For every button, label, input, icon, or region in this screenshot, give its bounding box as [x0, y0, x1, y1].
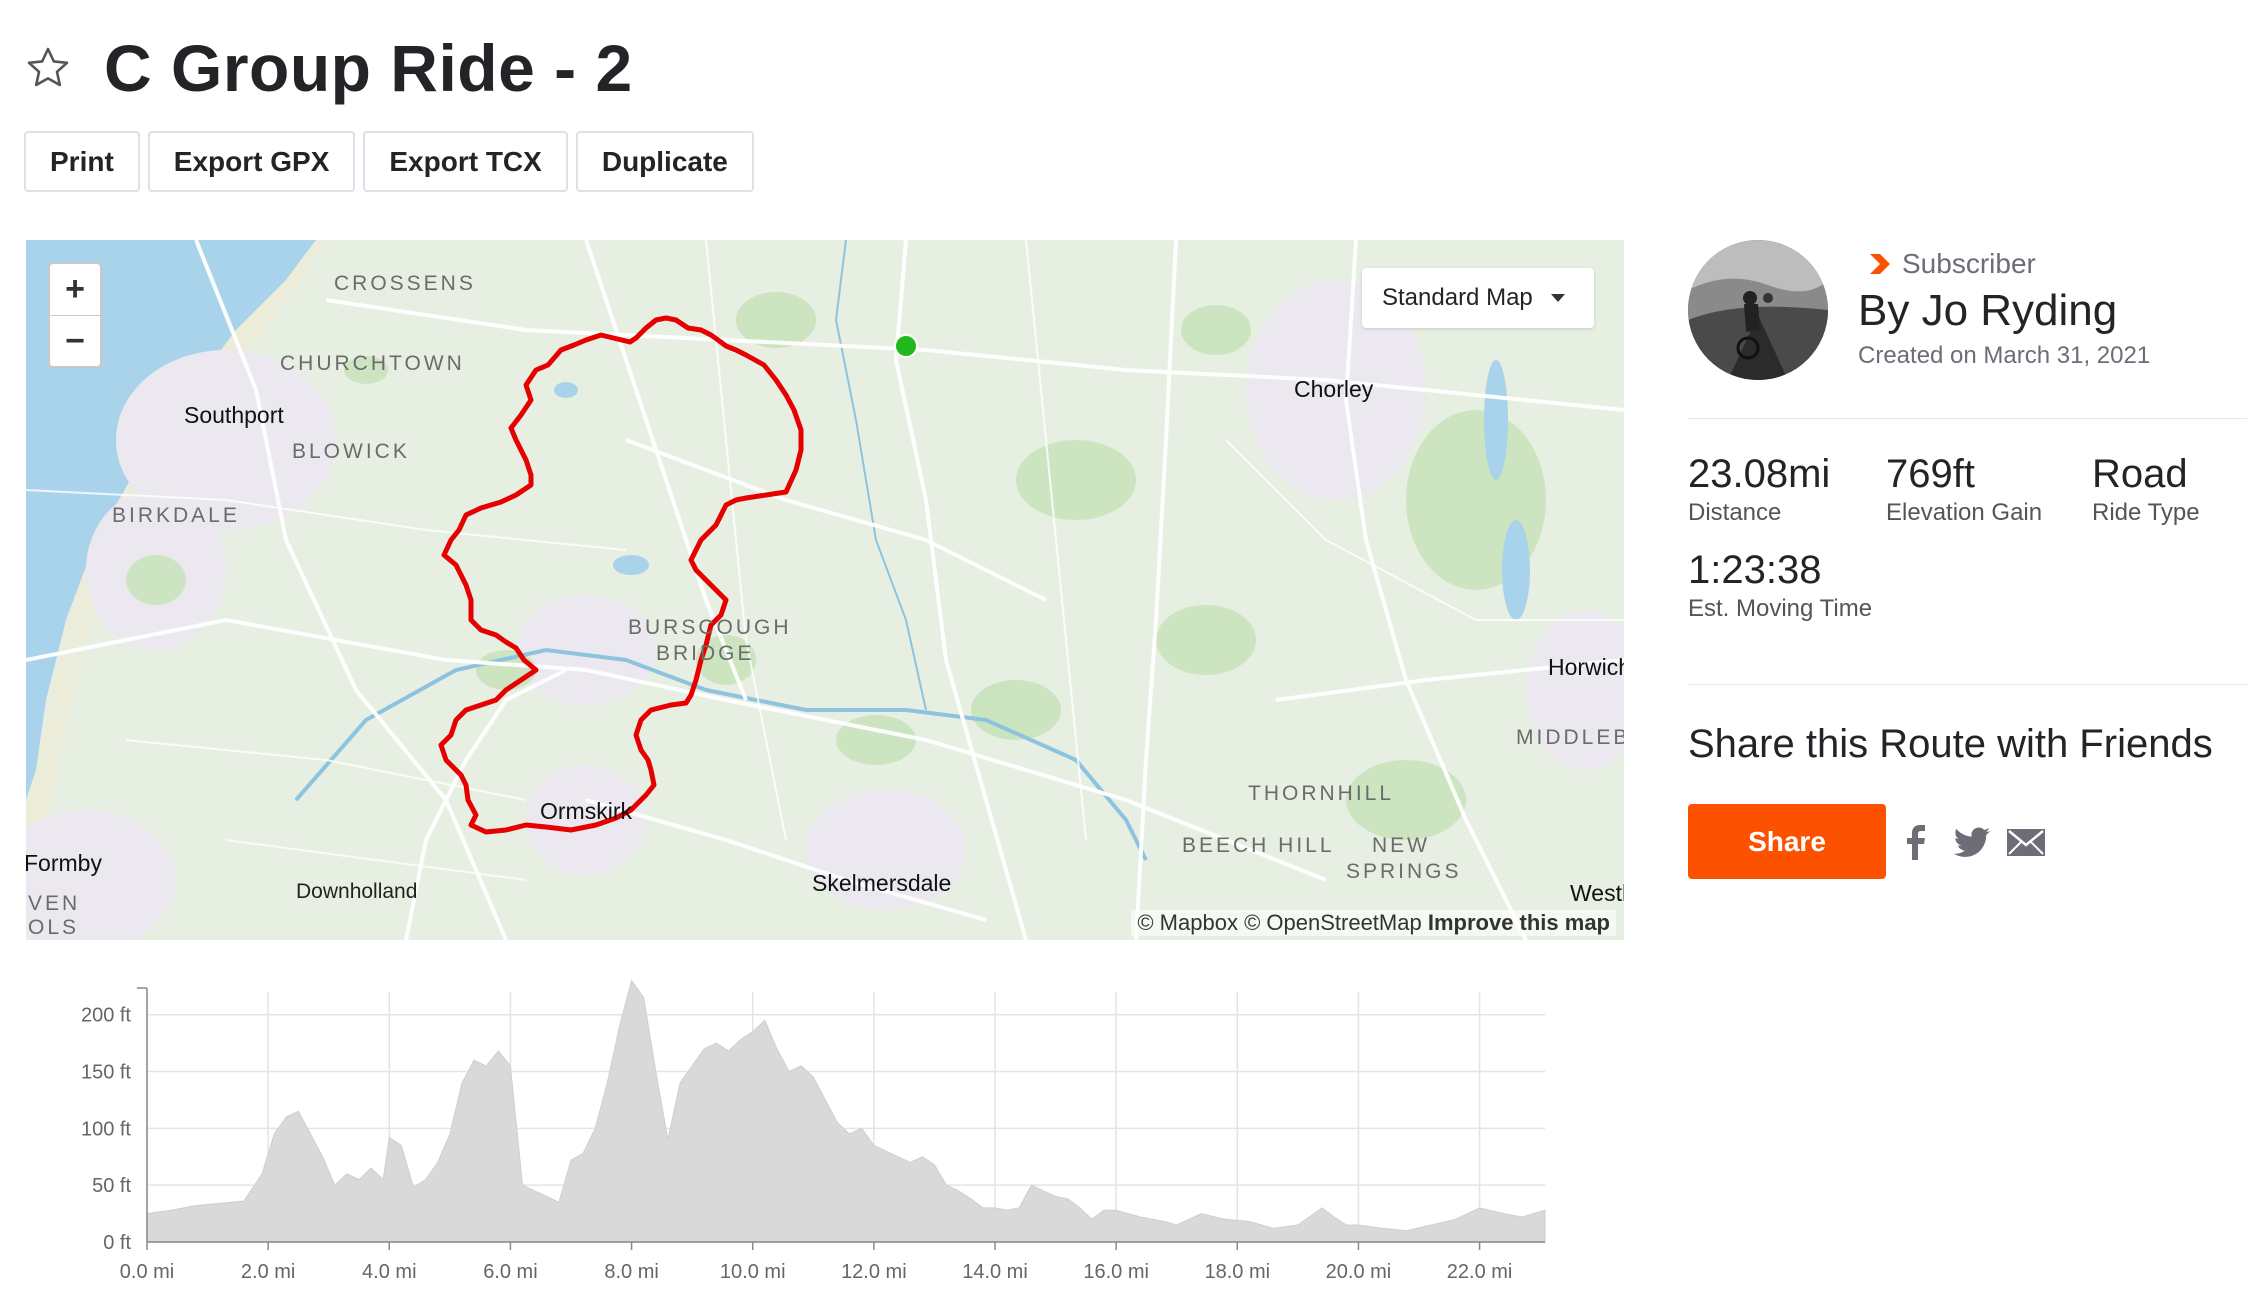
subscriber-label: Subscriber [1902, 248, 2036, 279]
x-tick-label: 0.0 mi [120, 1261, 174, 1283]
x-tick-label: 4.0 mi [362, 1261, 416, 1283]
moving-time-value: 1:23:38 [1688, 548, 1822, 592]
map-label-new: NEW [1372, 834, 1430, 857]
map-type-label: Standard Map [1382, 284, 1533, 311]
map-label-southport: Southport [184, 402, 284, 428]
route-map[interactable]: + − Standard Map CROSSENS CHURCHTOWN Sou… [26, 240, 1624, 940]
zoom-control: + − [48, 262, 102, 368]
y-tick-label: 150 ft [81, 1062, 131, 1084]
y-tick-label: 50 ft [92, 1175, 131, 1197]
star-outline-icon[interactable] [24, 44, 72, 92]
map-label-ols: OLS [28, 916, 80, 939]
map-label-crossens: CROSSENS [334, 272, 476, 295]
route-line [438, 315, 804, 835]
map-label-middlebrook: MIDDLEB [1516, 726, 1624, 749]
x-tick-label: 8.0 mi [604, 1261, 658, 1283]
map-label-thornhill: THORNHILL [1248, 782, 1395, 805]
email-icon[interactable] [2004, 820, 2048, 864]
stat-moving-time: 1:23:38 Est. Moving Time [1688, 548, 1872, 623]
y-tick-label: 100 ft [81, 1118, 131, 1140]
map-label-churchtown: CHURCHTOWN [280, 352, 465, 375]
map-label-skelmersdale: Skelmersdale [812, 870, 952, 896]
divider-top [1688, 418, 2247, 419]
distance-value: 23.08mi [1688, 452, 1831, 496]
x-tick-label: 12.0 mi [841, 1261, 907, 1283]
subscriber-badge: Subscriber [1866, 248, 2036, 280]
subscriber-chevron-icon [1870, 254, 1890, 274]
map-label-beech-hill: BEECH HILL [1182, 834, 1335, 857]
x-tick-label: 6.0 mi [483, 1261, 537, 1283]
map-label-westhoughton: Westh [1570, 880, 1624, 906]
x-tick-label: 20.0 mi [1326, 1261, 1392, 1283]
divider-bottom [1688, 684, 2247, 685]
y-tick-label: 200 ft [81, 1005, 131, 1027]
stat-distance: 23.08mi Distance [1688, 452, 1830, 527]
zoom-in-button[interactable]: + [50, 264, 100, 315]
map-label-burscough: BURSCOUGH [628, 616, 792, 639]
route-actions: Print Export GPX Export TCX Duplicate [24, 131, 754, 192]
x-tick-label: 18.0 mi [1204, 1261, 1270, 1283]
elevation-label: Elevation Gain [1886, 499, 2043, 526]
title-row: C Group Ride - 2 [24, 28, 633, 108]
moving-time-label: Est. Moving Time [1688, 595, 1873, 622]
stat-ride-type: Road Ride Type [2092, 452, 2200, 527]
x-tick-label: 22.0 mi [1447, 1261, 1513, 1283]
route-title: C Group Ride - 2 [104, 31, 633, 105]
osm-link[interactable]: © OpenStreetMap [1244, 910, 1422, 935]
ride-type-value: Road [2092, 452, 2188, 496]
map-label-burscough-bridge: BRIDGE [656, 642, 755, 665]
map-attribution: © Mapbox © OpenStreetMap Improve this ma… [1131, 910, 1616, 936]
x-tick-label: 2.0 mi [241, 1261, 295, 1283]
map-label-springs: SPRINGS [1346, 860, 1462, 883]
map-label-ormskirk: Ormskirk [540, 798, 632, 824]
map-label-formby: Formby [26, 850, 102, 876]
export-gpx-button[interactable]: Export GPX [147, 131, 356, 192]
x-tick-label: 14.0 mi [962, 1261, 1028, 1283]
x-tick-label: 10.0 mi [720, 1261, 786, 1283]
map-label-birkdale: BIRKDALE [112, 504, 240, 527]
created-date: Created on March 31, 2021 [1858, 342, 2151, 369]
y-tick-label: 0 ft [103, 1232, 131, 1254]
elevation-value: 769ft [1886, 452, 1975, 496]
share-button[interactable]: Share [1688, 804, 1886, 879]
map-label-downholland: Downholland [296, 880, 418, 903]
share-heading: Share this Route with Friends [1688, 722, 2213, 766]
map-label-chorley: Chorley [1294, 376, 1374, 402]
caret-down-icon [1550, 294, 1565, 302]
elevation-chart[interactable]: 0 ft 50 ft 100 ft 150 ft 200 ft 0.0 mi 2.0 mi 4… [26, 980, 1566, 1290]
duplicate-button[interactable]: Duplicate [575, 131, 754, 192]
map-label-horwich: Horwich [1548, 654, 1624, 680]
distance-label: Distance [1688, 499, 1782, 526]
mapbox-link[interactable]: © Mapbox [1137, 910, 1238, 935]
cyclist-avatar-icon[interactable] [1688, 240, 1828, 380]
map-label-ven: VEN [28, 892, 81, 915]
author-name[interactable]: By Jo Ryding [1858, 286, 2117, 336]
elevation-area [146, 980, 1546, 1243]
start-marker [894, 334, 918, 358]
stat-elevation: 769ft Elevation Gain [1886, 452, 2042, 527]
improve-map-link[interactable]: Improve this map [1428, 910, 1610, 935]
export-tcx-button[interactable]: Export TCX [363, 131, 568, 192]
x-tick-label: 16.0 mi [1083, 1261, 1149, 1283]
map-type-dropdown[interactable]: Standard Map [1362, 268, 1594, 328]
facebook-icon[interactable] [1894, 820, 1938, 864]
twitter-icon[interactable] [1950, 820, 1994, 864]
zoom-out-button[interactable]: − [50, 315, 100, 366]
print-button[interactable]: Print [24, 131, 140, 192]
map-label-blowick: BLOWICK [292, 440, 410, 463]
ride-type-label: Ride Type [2092, 499, 2200, 526]
